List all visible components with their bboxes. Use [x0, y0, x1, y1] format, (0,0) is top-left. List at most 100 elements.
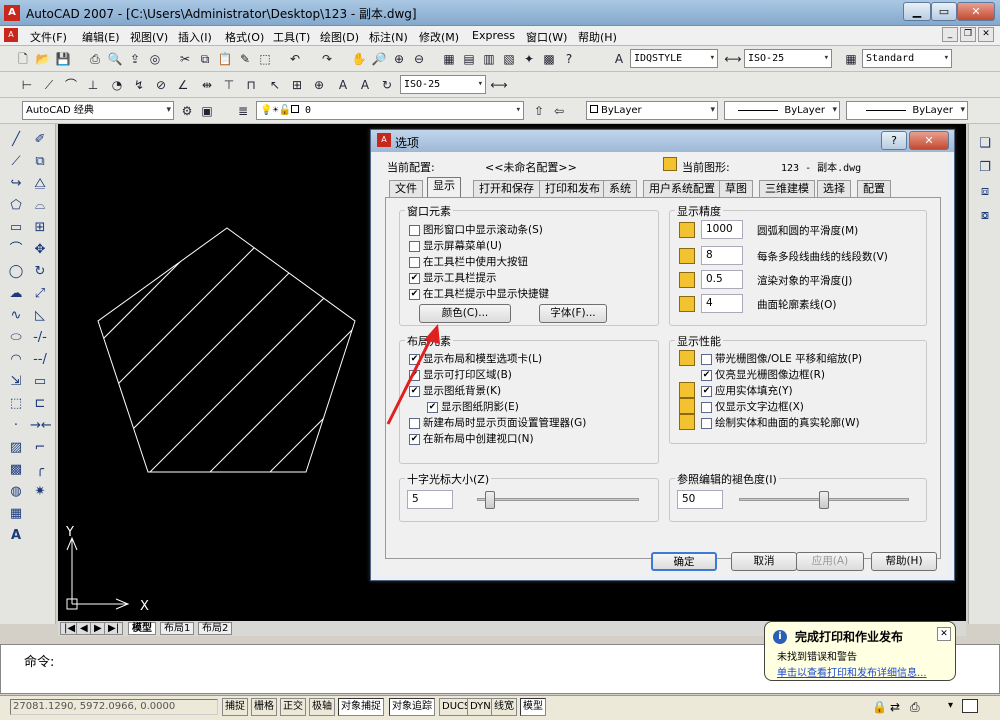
tab-open-save[interactable]: 打开和保存: [473, 180, 540, 198]
copy-icon[interactable]: ⧉: [196, 50, 214, 68]
dyn-toggle[interactable]: DYN: [467, 698, 494, 716]
checkbox[interactable]: [409, 224, 420, 236]
ellipse-arc-icon[interactable]: ◠: [6, 350, 26, 370]
layer-manager-icon[interactable]: ≣: [234, 102, 252, 120]
dialog-title-bar[interactable]: A 选项 ? ✕: [371, 130, 954, 152]
checkbox[interactable]: [409, 256, 420, 268]
zoom-window-icon[interactable]: ⊕: [390, 50, 408, 68]
make-current-icon[interactable]: ⇧: [530, 102, 548, 120]
sheet-set-icon[interactable]: ▧: [500, 50, 518, 68]
menu-tools[interactable]: 工具(T): [273, 29, 310, 45]
circle-icon[interactable]: ◯: [6, 262, 26, 282]
save-icon[interactable]: 💾: [54, 50, 72, 68]
model-toggle[interactable]: 模型: [520, 698, 546, 716]
tooltips-option[interactable]: ✔ 显示工具栏提示: [409, 270, 497, 285]
tab-model[interactable]: 模型: [128, 622, 156, 635]
xref-fade-slider-thumb[interactable]: [819, 491, 829, 509]
scrollbars-option[interactable]: 图形窗口中显示滚动条(S): [409, 222, 543, 237]
ortho-toggle[interactable]: 正交: [280, 698, 306, 716]
trim-icon[interactable]: -/-: [30, 328, 50, 348]
dim-text-edit-icon[interactable]: A: [356, 76, 374, 94]
copy-object-icon[interactable]: ⧉: [30, 152, 50, 172]
solid-fill-option[interactable]: ✔ 应用实体填充(Y): [701, 383, 793, 398]
snap-toggle[interactable]: 捕捉: [222, 698, 248, 716]
stretch-icon[interactable]: ◺: [30, 306, 50, 326]
jogged-dim-icon[interactable]: ↯: [130, 76, 148, 94]
menu-file[interactable]: 文件(F): [30, 29, 67, 45]
autocad-app-icon[interactable]: A: [4, 5, 20, 21]
match-properties-icon[interactable]: ✎: [236, 50, 254, 68]
dim-update-icon[interactable]: ↻: [378, 76, 396, 94]
xref-fade-input[interactable]: 50: [677, 490, 723, 509]
close-button[interactable]: ✕: [957, 2, 995, 21]
ok-button[interactable]: 确定: [651, 552, 717, 571]
leader-icon[interactable]: ↖: [266, 76, 284, 94]
radius-dim-icon[interactable]: ◔: [108, 76, 126, 94]
true-silhouettes-option[interactable]: 绘制实体和曲面的真实轮廓(W): [701, 415, 860, 430]
contour-lines-input[interactable]: 4: [701, 294, 743, 313]
checkbox[interactable]: ✔: [409, 288, 420, 300]
table-style-select[interactable]: Standard: [862, 49, 952, 68]
array-icon[interactable]: ⊞: [30, 218, 50, 238]
tab-selection[interactable]: 选择: [817, 180, 851, 198]
arc-smoothness-input[interactable]: 1000: [701, 220, 743, 239]
scale-icon[interactable]: ⤢: [30, 284, 50, 304]
fonts-button[interactable]: 字体(F)...: [539, 304, 607, 323]
region-icon[interactable]: ◍: [6, 482, 26, 502]
apply-button[interactable]: 应用(A): [796, 552, 864, 571]
line-icon[interactable]: ╱: [6, 130, 26, 150]
menu-dimension[interactable]: 标注(N): [369, 29, 408, 45]
tab-last-icon[interactable]: ▶|: [104, 622, 124, 635]
large-buttons-option[interactable]: 在工具栏中使用大按钮: [409, 254, 528, 269]
menu-help[interactable]: 帮助(H): [578, 29, 617, 45]
publish-icon[interactable]: ⇪: [126, 50, 144, 68]
mdi-restore-button[interactable]: ❐: [960, 27, 976, 42]
tab-plot-publish[interactable]: 打印和发布: [539, 180, 606, 198]
tab-3d-modeling[interactable]: 三维建模: [759, 180, 815, 198]
menu-view[interactable]: 视图(V): [130, 29, 168, 45]
tab-layout1[interactable]: 布局1: [160, 622, 195, 635]
workspace-select[interactable]: AutoCAD 经典: [22, 101, 174, 120]
linetype-control[interactable]: ByLayer: [724, 101, 840, 120]
crosshair-size-input[interactable]: 5: [407, 490, 453, 509]
menu-modify[interactable]: 修改(M): [419, 29, 459, 45]
checkbox[interactable]: [409, 240, 420, 252]
make-block-icon[interactable]: ⬚: [6, 394, 26, 414]
polar-toggle[interactable]: 极轴: [309, 698, 335, 716]
save-workspace-icon[interactable]: ▣: [198, 102, 216, 120]
extend-icon[interactable]: --/: [30, 350, 50, 370]
text-style-select[interactable]: IDQSTYLE: [630, 49, 718, 68]
cancel-button[interactable]: 取消: [731, 552, 797, 571]
checkbox[interactable]: ✔: [409, 272, 420, 284]
checkbox[interactable]: ✔: [701, 385, 712, 397]
fillet-icon[interactable]: ╭: [30, 460, 50, 480]
insert-block-icon[interactable]: ⇲: [6, 372, 26, 392]
angular-dim-icon[interactable]: ∠: [174, 76, 192, 94]
break-icon[interactable]: ⊏: [30, 394, 50, 414]
continue-dim-icon[interactable]: ⊓: [242, 76, 260, 94]
screen-menu-option[interactable]: 显示屏幕菜单(U): [409, 238, 502, 253]
raster-frame-option[interactable]: ✔ 仅亮显光栅图像边框(R): [701, 367, 825, 382]
tab-system[interactable]: 系统: [603, 180, 637, 198]
plot-status-icon[interactable]: ⎙: [910, 700, 920, 715]
multiline-text-icon[interactable]: A: [6, 526, 26, 546]
checkbox[interactable]: [701, 353, 712, 365]
3d-dwf-icon[interactable]: ◎: [146, 50, 164, 68]
cut-icon[interactable]: ✂: [176, 50, 194, 68]
revision-cloud-icon[interactable]: ☁: [6, 284, 26, 304]
undo-icon[interactable]: ↶: [286, 50, 304, 68]
maximize-button[interactable]: ▭: [931, 2, 957, 21]
zoom-previous-icon[interactable]: ⊖: [410, 50, 428, 68]
send-to-back-icon[interactable]: ❐: [975, 158, 995, 178]
redo-icon[interactable]: ↷: [318, 50, 336, 68]
print-preview-icon[interactable]: 🔍: [106, 50, 124, 68]
tab-profiles[interactable]: 配置: [857, 180, 891, 198]
print-icon[interactable]: ⎙: [86, 50, 104, 68]
hatch-icon[interactable]: ▨: [6, 438, 26, 458]
crosshair-slider-thumb[interactable]: [484, 491, 495, 509]
tolerance-icon[interactable]: ⊞: [288, 76, 306, 94]
checkbox[interactable]: [701, 401, 712, 413]
communication-icon[interactable]: ⇄: [890, 700, 900, 714]
chamfer-icon[interactable]: ⌐: [30, 438, 50, 458]
ordinate-dim-icon[interactable]: ⊥: [84, 76, 102, 94]
